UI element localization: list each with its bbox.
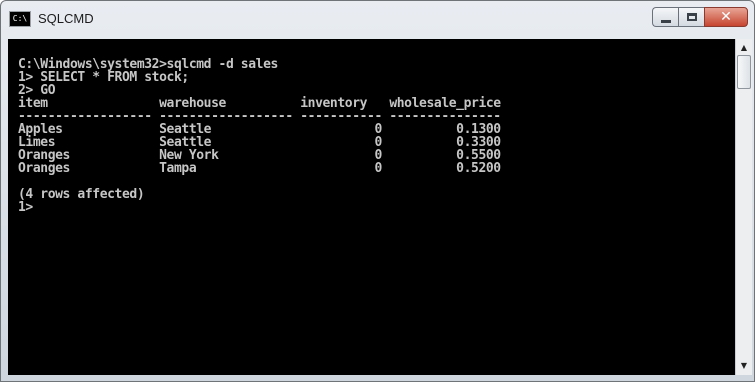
maximize-icon [686, 13, 697, 21]
close-icon: ✕ [720, 9, 732, 25]
maximize-button[interactable] [678, 7, 704, 27]
window-bottom-border [1, 375, 754, 381]
minimize-button[interactable] [652, 7, 678, 27]
window-controls: ✕ [652, 7, 748, 27]
close-button[interactable]: ✕ [704, 7, 748, 27]
console-output[interactable]: C:\Windows\system32>sqlcmd -d sales 1> S… [8, 39, 735, 375]
console-window: C:\ SQLCMD ✕ C:\Windows\system32>sqlcmd … [0, 0, 755, 382]
window-title: SQLCMD [38, 11, 94, 26]
scroll-down-arrow-icon[interactable]: ▼ [736, 359, 752, 373]
title-bar[interactable]: C:\ SQLCMD ✕ [1, 1, 754, 39]
scrollbar-thumb[interactable] [737, 55, 751, 89]
rows-affected-message: (4 rows affected) [18, 187, 145, 202]
console-app-icon[interactable]: C:\ [9, 11, 31, 27]
result-row: Oranges Tampa 0 0.5200 [18, 161, 501, 176]
vertical-scrollbar[interactable]: ▲ ▼ [735, 39, 752, 375]
console-prompt[interactable]: 1> [18, 201, 33, 214]
scroll-up-arrow-icon[interactable]: ▲ [736, 41, 752, 55]
minimize-icon [660, 19, 671, 23]
